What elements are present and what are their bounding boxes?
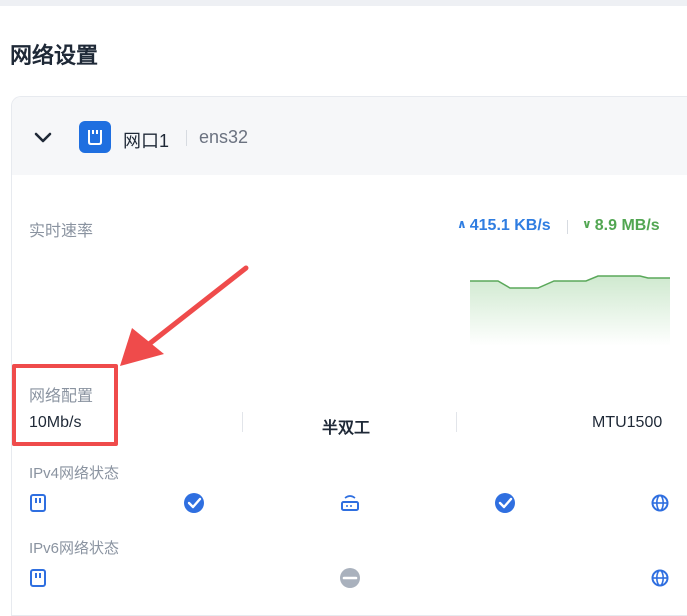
chevron-up-icon: ∧ xyxy=(457,217,467,231)
router-icon xyxy=(341,495,359,511)
check-circle-icon xyxy=(184,493,204,513)
download-rate: ∨ 8.9 MB/s xyxy=(582,217,660,235)
upload-rate: ∧ 415.1 KB/s xyxy=(457,217,551,235)
ipv6-status-label: IPv6网络状态 xyxy=(29,540,120,557)
chevron-down-small-icon: ∨ xyxy=(582,217,592,231)
minus-circle-icon xyxy=(340,568,360,588)
header-divider xyxy=(186,130,187,146)
duplex-value: 半双工 xyxy=(322,420,371,437)
interface-name: ens32 xyxy=(199,127,249,147)
sparkline-area xyxy=(470,276,670,346)
upload-rate-value: 415.1 KB/s xyxy=(469,217,551,234)
check-circle-icon xyxy=(495,493,515,513)
ipv4-status-track xyxy=(30,493,669,513)
rate-divider xyxy=(567,220,568,234)
globe-icon xyxy=(651,494,669,512)
config-divider-1 xyxy=(242,412,243,432)
port-name: 网口1 xyxy=(123,131,170,151)
download-rate-value: 8.9 MB/s xyxy=(594,217,660,234)
ipv6-status-track xyxy=(30,568,669,588)
chevron-down-icon[interactable] xyxy=(32,126,54,148)
config-divider-2 xyxy=(456,412,457,432)
page-title: 网络设置 xyxy=(10,43,99,68)
nic-icon xyxy=(30,569,46,587)
mtu-value: MTU1500 xyxy=(592,414,663,431)
annotation-highlight-box xyxy=(12,364,118,446)
ethernet-port-icon xyxy=(79,121,111,153)
ipv4-status-label: IPv4网络状态 xyxy=(29,465,120,482)
speed-sparkline xyxy=(470,275,670,346)
port-card-header[interactable]: 网口1 ens32 xyxy=(12,97,687,175)
globe-icon xyxy=(651,569,669,587)
nic-icon xyxy=(30,494,46,512)
top-strip xyxy=(0,0,687,6)
realtime-speed-label: 实时速率 xyxy=(29,223,94,240)
annotation-arrow xyxy=(120,265,249,366)
